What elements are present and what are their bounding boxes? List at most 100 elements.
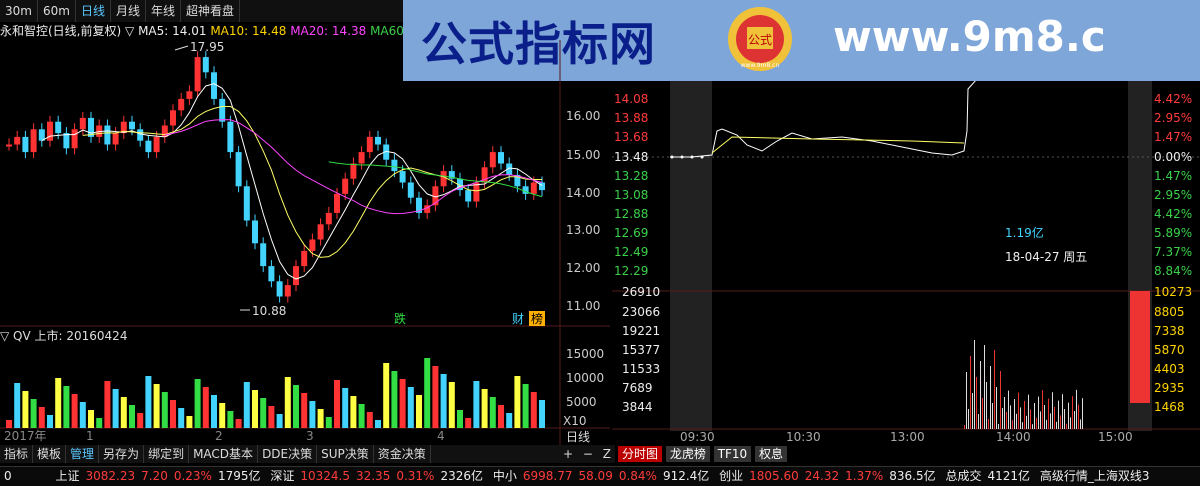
volume-bar [309,401,316,428]
tab-daily[interactable]: 日线 [76,0,111,22]
tab-longhubang[interactable]: 龙虎榜 [665,446,710,462]
tool-guanli[interactable]: 管理 [66,445,100,463]
svg-text:19221: 19221 [622,324,660,338]
zoom-z-button[interactable]: Z [603,447,611,461]
svg-text:4.42%: 4.42% [1154,207,1192,221]
kline-chart: 17.95 10.88 16.00 15.00 14.00 13.00 12.0… [0,40,610,445]
volume-bar [498,405,504,428]
tool-sup[interactable]: SUP决策 [317,445,374,463]
intraday-volume-bar [1026,415,1027,429]
volume-bar [539,400,545,428]
volume-bar [202,387,209,428]
volume-bar [424,358,431,428]
intraday-volume-bar [1006,411,1007,429]
volume-bar [342,388,349,428]
tab-chaoshen[interactable]: 超神看盘 [181,0,240,22]
candle [268,266,275,282]
tool-zijin[interactable]: 资金决策 [374,445,431,463]
volume-bar [457,410,463,428]
intraday-volume-bar [1000,371,1001,429]
volume-bar [227,411,234,428]
intraday-volume-bar [1024,401,1025,429]
tab-yearly[interactable]: 年线 [146,0,181,22]
coin-logo-icon: 公式 www.9m8.cn [728,7,792,71]
intraday-volume-bar [992,403,993,429]
tick-14: 14.00 [566,186,600,200]
intraday-volume-bars [964,340,1083,429]
tool-bangdingdao[interactable]: 绑定到 [144,445,190,463]
svg-text:12.69: 12.69 [614,226,648,240]
intraday-volume-bar [1052,392,1053,429]
intraday-volume-bar [1036,417,1037,429]
volume-bar [416,395,422,428]
tab-monthly[interactable]: 月线 [111,0,146,22]
candle [161,125,168,137]
svg-text:2935: 2935 [1154,381,1185,395]
volume-bar [383,363,390,428]
svg-text:8.84%: 8.84% [1154,264,1192,278]
tab-fenshi[interactable]: 分时图 [618,446,663,462]
candlestick-series [6,51,545,303]
volume-bar [178,408,185,428]
candle [530,182,537,194]
intraday-volume-bar [1008,390,1009,429]
volume-bar [153,384,160,428]
tool-dde[interactable]: DDE决策 [258,445,318,463]
price-axis: 16.00 15.00 14.00 13.00 12.00 11.00 [566,109,600,313]
intraday-volume-bar [1066,423,1067,429]
candle [235,152,242,187]
intraday-volume-bar [1042,390,1043,429]
candle [252,220,258,244]
intraday-volume-bar [1070,417,1071,429]
intraday-vol-right: 10273 8805 7338 5870 4403 2935 1468 [1154,285,1192,414]
candle [293,266,299,286]
svg-text:7689: 7689 [622,381,653,395]
intraday-volume-bar [1082,398,1083,429]
intraday-volume-bar [1014,399,1015,429]
svg-text:2.95%: 2.95% [1154,111,1192,125]
volume-bar [14,383,21,428]
svg-text:13.48: 13.48 [614,150,648,164]
candle [350,163,357,179]
svg-text:15377: 15377 [622,343,660,357]
chart-title: 永和智控(日线,前复权) ▽ MA5: 14.01 MA10: 14.48 MA… [0,22,403,40]
volume-bar [137,413,144,428]
intraday-volume-bar [982,398,983,429]
tab-quanxi[interactable]: 权息 [755,446,788,462]
ma-toggle-icon[interactable]: ▽ [125,24,134,38]
intraday-volume-bar [1060,415,1061,429]
intraday-volume-bar [1030,409,1031,429]
intraday-volume-bar [1076,389,1077,429]
candle [440,171,447,187]
volume-bar [170,400,176,428]
tab-tf10[interactable]: TF10 [713,446,752,462]
vol-tick-10000: 10000 [566,371,604,385]
svg-text:13.08: 13.08 [614,188,648,202]
tool-moban[interactable]: 模板 [33,445,67,463]
volume-bar [530,392,537,428]
volume-bar [129,405,135,428]
zoom-controls: + − Z [563,447,611,461]
tab-30m[interactable]: 30m [0,0,38,22]
zoom-in-button[interactable]: + [563,447,573,461]
candle [112,133,119,145]
tool-zhibiao[interactable]: 指标 [0,445,34,463]
candle [63,133,70,149]
volume-bar [325,417,332,428]
tab-60m[interactable]: 60m [38,0,76,22]
svg-text:3844: 3844 [622,400,653,414]
intraday-volume-bar [990,366,991,429]
svg-text:7.37%: 7.37% [1154,245,1192,259]
tool-macd[interactable]: MACD基本 [189,445,259,463]
intraday-volume-bar [1002,408,1003,429]
tool-lingcunwei[interactable]: 另存为 [99,445,145,463]
intraday-volume-bar [1054,407,1055,429]
candle [186,91,193,99]
volume-bar [55,378,62,428]
intraday-volume-bar [1004,397,1005,429]
zoom-out-button[interactable]: − [583,447,593,461]
indicator-toolbar: 指标 模板 管理 另存为 绑定到 MACD基本 DDE决策 SUP决策 资金决策 [0,445,615,463]
volume-bar [268,406,275,428]
volume-bar [235,419,242,428]
intraday-times: 09:30 10:30 13:00 14:00 15:00 [680,430,1133,444]
